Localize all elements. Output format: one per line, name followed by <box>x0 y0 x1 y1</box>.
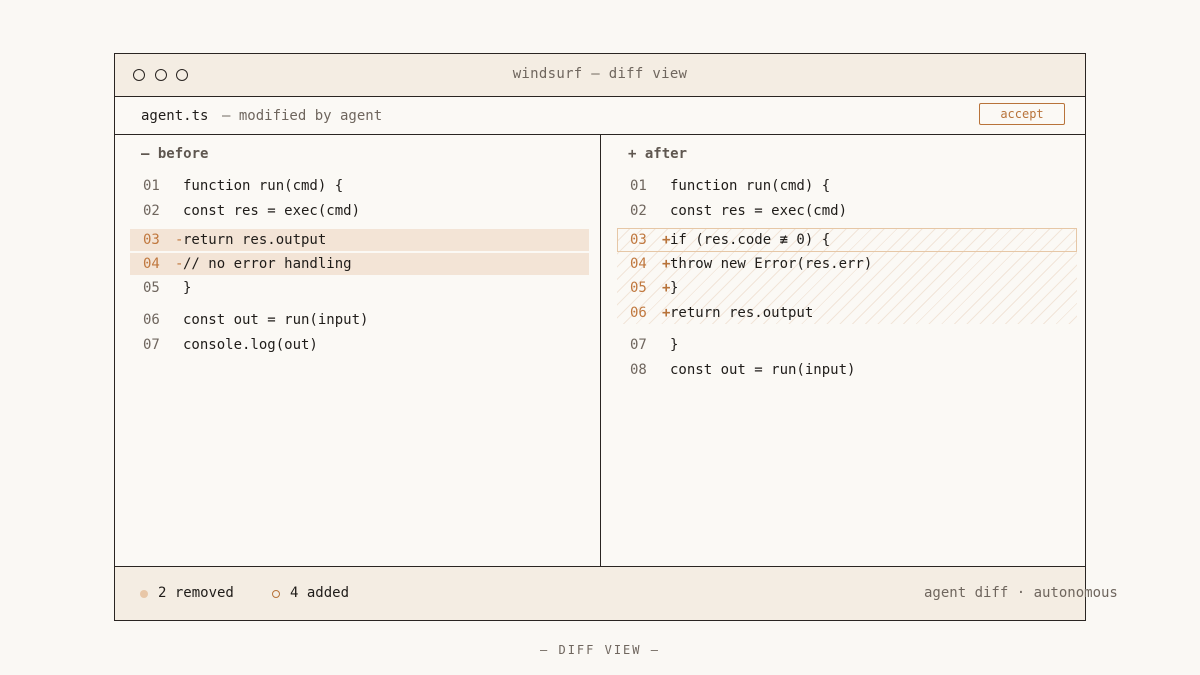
before-code-line: 06 const out = run(input) <box>130 309 589 331</box>
diff-window: windsurf — diff view agent.ts — modified… <box>114 53 1118 621</box>
before-header: — before <box>141 146 209 162</box>
line-number: 07 <box>630 337 647 353</box>
file-name: agent.ts <box>141 108 209 124</box>
code-text: const res = exec(cmd) <box>183 203 361 219</box>
line-number: 02 <box>143 203 160 219</box>
title-bar: windsurf — diff view <box>115 54 1085 97</box>
after-code-line: 03 + if (res.code ≢ 0) { <box>617 229 1076 251</box>
code-text: throw new Error(res.err) <box>670 256 873 272</box>
line-number: 04 <box>143 256 160 272</box>
added-count: 4 added <box>290 585 350 601</box>
before-code-line: 01 function run(cmd) { <box>130 175 589 197</box>
line-number: 07 <box>143 337 160 353</box>
window-title: windsurf — diff view <box>512 66 688 82</box>
before-code-line: 02 const res = exec(cmd) <box>130 200 589 222</box>
code-text: function run(cmd) { <box>183 178 344 194</box>
line-number: 06 <box>143 312 160 328</box>
after-pane: + after 01 function run(cmd) { 02 const res… <box>602 135 1085 566</box>
code-text: const res = exec(cmd) <box>670 203 848 219</box>
added-dot-icon <box>272 590 280 598</box>
after-code-line: 06 + return res.output <box>617 302 1076 324</box>
code-text: const out = run(input) <box>183 312 369 328</box>
line-number: 06 <box>630 305 647 321</box>
before-code-line: 04-// no error handling <box>130 253 589 275</box>
code-text: } <box>183 280 192 296</box>
code-text: // no error handling <box>183 256 352 272</box>
caption: — DIFF VIEW — <box>540 643 660 657</box>
before-pane: — before 01 function run(cmd) { 02 const re… <box>115 135 601 566</box>
code-text: } <box>670 337 679 353</box>
status-footer: 2 removed 4 added agent diff · autonomou… <box>115 566 1118 620</box>
line-number: 05 <box>630 280 647 296</box>
diff-meta: agent diff · autonomous <box>924 585 1118 601</box>
accept-button[interactable]: accept <box>979 103 1065 125</box>
code-text: return res.output <box>183 232 327 248</box>
after-code-line: 07} <box>617 334 1076 356</box>
code-text: if (res.code ≢ 0) { <box>670 232 831 248</box>
line-number: 03 <box>143 232 160 248</box>
code-text: function run(cmd) { <box>670 178 831 194</box>
code-text: } <box>670 280 679 296</box>
after-header: + after <box>628 146 688 162</box>
after-code-line: 05 +} <box>617 277 1076 299</box>
after-code-line: 01 function run(cmd) { <box>617 175 1076 197</box>
code-text: return res.output <box>670 305 814 321</box>
diff-panes: — before 01 function run(cmd) { 02 const re… <box>115 135 1085 566</box>
removed-dot-icon <box>140 590 148 598</box>
line-number: 04 <box>630 256 647 272</box>
line-number: 05 <box>143 280 160 296</box>
after-code-line: 02 const res = exec(cmd) <box>617 200 1076 222</box>
line-number: 01 <box>143 178 160 194</box>
before-code-line: 03- return res.output <box>130 229 589 251</box>
file-note: — modified by agent <box>222 108 383 124</box>
code-text: console.log(out) <box>183 337 318 353</box>
line-number: 02 <box>630 203 647 219</box>
file-bar: agent.ts — modified by agent accept <box>115 97 1085 135</box>
before-code-line: 05} <box>130 277 589 299</box>
line-number: 01 <box>630 178 647 194</box>
code-text: const out = run(input) <box>670 362 856 378</box>
line-number: 08 <box>630 362 647 378</box>
before-code-line: 07 console.log(out) <box>130 334 589 356</box>
after-code-line: 04 + throw new Error(res.err) <box>617 253 1076 275</box>
removed-count: 2 removed <box>158 585 234 601</box>
line-number: 03 <box>630 232 647 248</box>
after-code-line: 08 const out = run(input) <box>617 359 1076 381</box>
